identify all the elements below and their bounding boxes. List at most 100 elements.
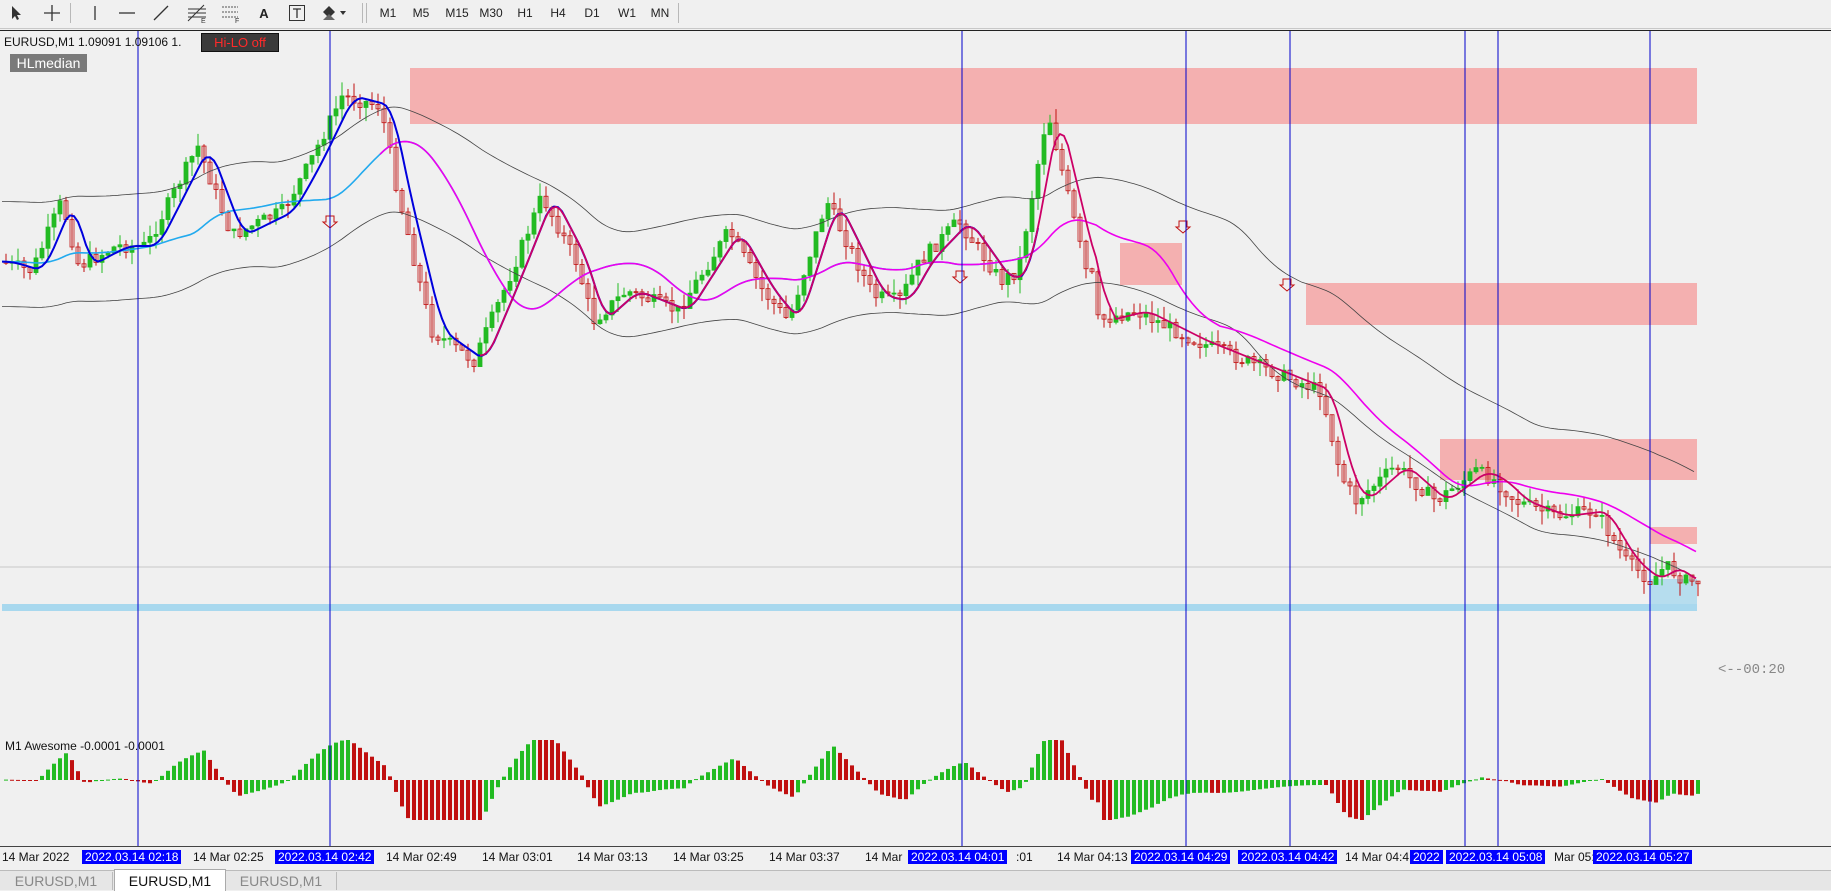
ao-bar [880, 780, 884, 795]
text-icon[interactable]: A [254, 2, 274, 24]
supply-zone [1440, 439, 1697, 480]
signal-arrow-icon [951, 270, 969, 284]
chart-tab[interactable]: EURUSD,M1 [0, 872, 113, 890]
timeframe-d1[interactable]: D1 [578, 3, 606, 23]
candle-body [483, 327, 489, 344]
ao-bar [526, 744, 530, 780]
ao-bar [838, 752, 842, 780]
ao-bar [700, 775, 704, 780]
timeframe-w1[interactable]: W1 [612, 3, 642, 23]
crosshair-icon[interactable] [40, 2, 64, 24]
ao-bar [64, 753, 68, 780]
ao-bar [1360, 780, 1364, 820]
ao-bar [814, 766, 818, 780]
ma-sky [2, 140, 1039, 310]
candle-body [1479, 466, 1485, 469]
ao-bar [940, 772, 944, 780]
ao-bar [1378, 780, 1382, 806]
ao-bar [304, 763, 308, 780]
ao-bar [946, 768, 950, 780]
candle-body [879, 291, 885, 299]
timeframe-m30[interactable]: M30 [474, 3, 508, 23]
ao-bar [418, 780, 422, 820]
ao-bar [1324, 780, 1328, 786]
horizontal-line-icon[interactable] [116, 2, 138, 24]
toolbar-separator [366, 3, 367, 23]
timeframe-mn[interactable]: MN [644, 3, 676, 23]
ao-bar [1132, 780, 1136, 815]
hlmedian-button[interactable]: HLmedian [10, 54, 87, 72]
ao-bar [1084, 780, 1088, 789]
ao-bar [640, 780, 644, 793]
text-label-icon[interactable] [286, 2, 308, 24]
ao-bar [100, 780, 104, 781]
chart-tab[interactable]: EURUSD,M1 [226, 872, 337, 890]
ao-bar [898, 780, 902, 800]
ao-bar [316, 753, 320, 780]
candle-body [903, 283, 909, 296]
time-label: 14 Mar 02:49 [386, 850, 457, 864]
ao-bar [1372, 780, 1376, 811]
candle-body [1521, 501, 1527, 505]
ao-bar [1474, 779, 1478, 781]
timeframe-m15[interactable]: M15 [440, 3, 474, 23]
price-chart[interactable] [0, 30, 1831, 736]
ao-bar [862, 777, 866, 780]
candle-body [273, 208, 279, 220]
candle-body [927, 243, 933, 263]
timeframe-m5[interactable]: M5 [407, 3, 435, 23]
ao-bar [1216, 780, 1220, 793]
ao-bar [280, 780, 284, 784]
ao-bar [1486, 778, 1490, 780]
ao-bar [826, 751, 830, 780]
vertical-line-icon[interactable] [84, 2, 106, 24]
ao-bar [178, 761, 182, 780]
hilo-toggle-button[interactable]: Hi-LO off [201, 33, 279, 52]
ao-bar [208, 759, 212, 780]
shapes-icon[interactable] [320, 2, 350, 24]
ao-bar [1000, 780, 1004, 790]
ao-bar [1408, 780, 1412, 791]
trendline-icon[interactable] [150, 2, 172, 24]
candle-body [723, 229, 729, 242]
time-label-highlight: 2022.03.14 02:42 [275, 850, 375, 864]
timeframe-m1[interactable]: M1 [374, 3, 402, 23]
ao-bar [874, 780, 878, 791]
supply-zone [1650, 527, 1697, 544]
ao-bar [766, 780, 770, 786]
timeframe-h4[interactable]: H4 [544, 3, 572, 23]
candle-body [189, 156, 195, 163]
awesome-oscillator-panel[interactable] [0, 735, 1831, 847]
candle-body [159, 219, 165, 235]
ao-bar [292, 775, 296, 780]
candle-body [597, 319, 603, 325]
ao-bar [1696, 780, 1700, 794]
toolbar: E F A M1 M5 M15 M30 H1 H4 D1 W1 MN [0, 0, 1831, 29]
ao-bar [454, 780, 458, 820]
candle-body [825, 203, 831, 220]
fibonacci-icon[interactable]: E [184, 2, 210, 24]
ao-bar [682, 780, 686, 789]
candle-body [165, 197, 171, 220]
ao-bar [1498, 779, 1502, 781]
chart-tab-active[interactable]: EURUSD,M1 [114, 869, 226, 891]
ao-bar [1606, 780, 1610, 783]
candle-body [909, 274, 915, 285]
candle-body [333, 108, 339, 117]
ao-bar [1246, 780, 1250, 791]
ao-bar [10, 779, 14, 781]
ao-bar [358, 747, 362, 780]
awesome-oscillator-canvas [4, 735, 1700, 846]
timeframe-h1[interactable]: H1 [511, 3, 539, 23]
candle-body [447, 337, 453, 340]
ao-bar [988, 780, 992, 781]
indicator-label: M1 Awesome -0.0001 -0.0001 [5, 739, 165, 753]
ao-bar [1480, 777, 1484, 780]
ao-bar [1492, 779, 1496, 781]
fibo-fan-icon[interactable]: F [218, 2, 244, 24]
cursor-icon[interactable] [4, 2, 28, 24]
ao-bar [376, 760, 380, 780]
candle-body [627, 291, 633, 296]
ao-bar [820, 758, 824, 780]
ao-bar [994, 780, 998, 786]
